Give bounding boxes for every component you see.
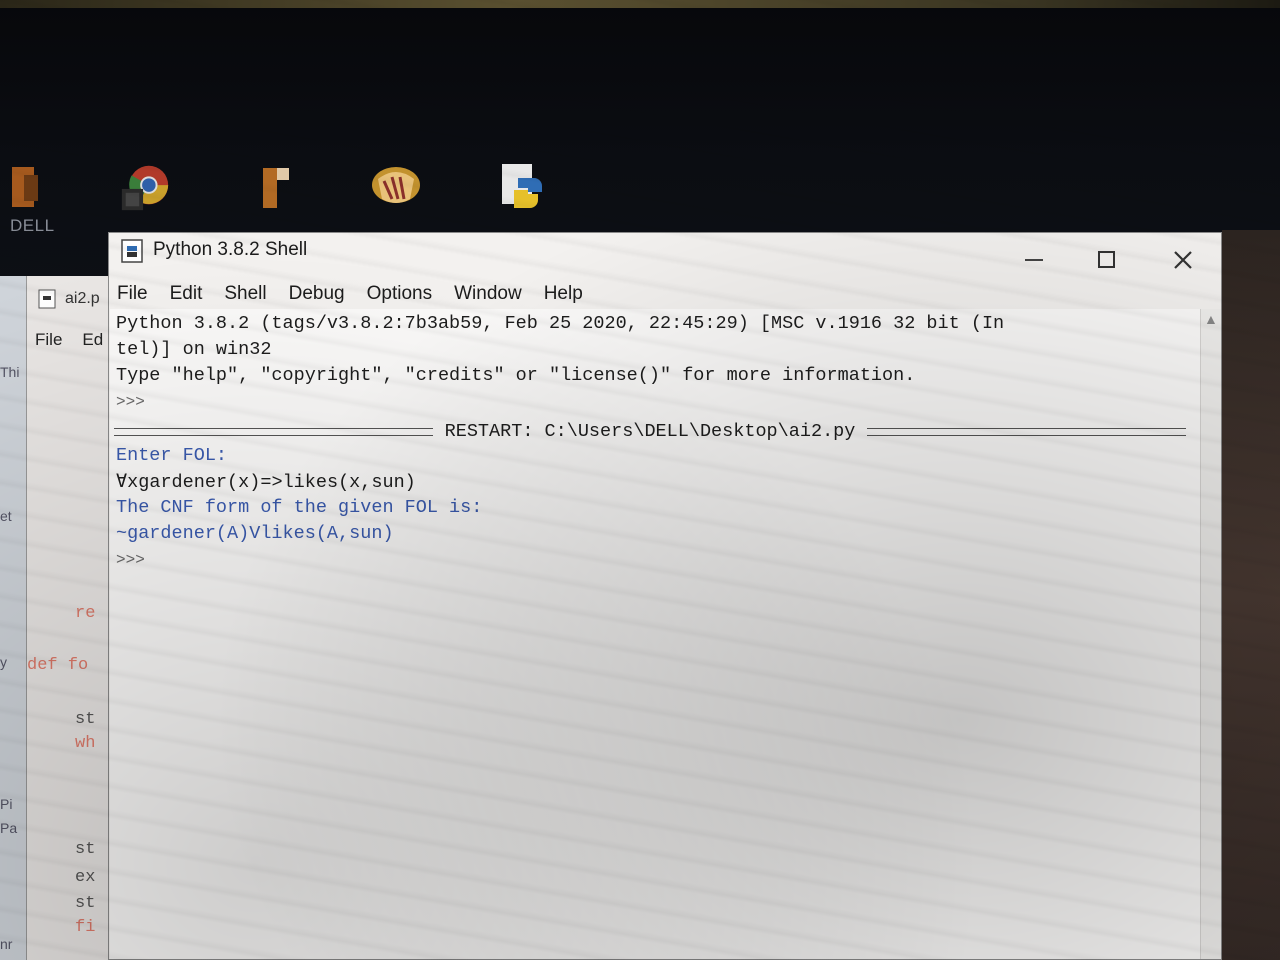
desktop-background: DELL Thi et y Pi Pa nr ai2.p File Ed re … [0,0,1280,960]
editor-title-text: ai2.p [65,290,100,307]
code-fragment: fi [75,918,96,937]
menu-help[interactable]: Help [544,283,583,305]
menu-debug[interactable]: Debug [289,283,345,305]
close-button[interactable] [1163,245,1203,275]
file-manager-shortcut-icon[interactable] [10,160,44,214]
edge-text: y [0,654,7,670]
minimize-icon [1025,259,1043,261]
output-enter-fol: Enter FOL: [116,445,228,466]
hand-app-icon[interactable] [366,160,426,214]
banner-line: Type "help", "copyright", "credits" or "… [116,365,916,386]
desktop-icon-label: DELL [10,216,55,235]
restart-separator: RESTART: C:\Users\DELL\Desktop\ai2.py [114,421,1186,442]
close-icon [1174,251,1192,269]
shell-console[interactable]: Python 3.8.2 (tags/v3.8.2:7b3ab59, Feb 2… [110,309,1200,959]
edge-text: Pa [0,820,18,836]
edge-text: Pi [0,796,13,812]
menu-bar: File Edit Shell Debug Options Window Hel… [109,279,1221,309]
menu-edit[interactable]: Edit [170,283,203,305]
menu-window[interactable]: Window [454,283,522,305]
code-fragment: def fo [27,656,89,675]
chrome-icon[interactable] [118,160,172,214]
code-fragment: ex [75,868,96,887]
scroll-up-icon[interactable]: ▲ [1204,311,1218,327]
edge-text: nr [0,936,13,952]
edge-text: Thi [0,364,20,380]
banner-line: tel)] on win32 [116,339,272,360]
editor-window-ai2[interactable]: ai2.p File Ed re def fo st wh st ex st f… [26,276,117,960]
user-input-line: ∀xgardener(x)=>likes(x,sun) [116,472,416,493]
vertical-scrollbar[interactable]: ▲ [1200,309,1221,959]
screen-bezel-strip [0,0,1280,8]
title-bar[interactable]: Python 3.8.2 Shell [109,233,1221,279]
maximize-icon [1098,251,1115,268]
code-fragment: st [75,894,96,913]
code-fragment: wh [75,734,96,753]
editor-menubar: File Ed [35,330,103,350]
separator-line [867,427,1186,436]
shell-prompt: >>> [116,393,145,411]
code-fragment: st [75,710,96,729]
python-file-icon [38,289,56,309]
python-shell-window[interactable]: Python 3.8.2 Shell File Edit Shell Debug… [108,232,1222,960]
maximize-button[interactable] [1087,245,1127,275]
code-fragment: re [75,604,96,623]
output-cnf-label: The CNF form of the given FOL is: [116,497,483,518]
editor-title: ai2.p [37,288,100,310]
shell-prompt[interactable]: >>> [116,551,145,569]
restart-text: RESTART: C:\Users\DELL\Desktop\ai2.py [444,421,856,442]
editor-menu-file[interactable]: File [35,330,62,350]
background-app-edge: Thi et y Pi Pa nr [0,276,26,960]
code-fragment: st [75,840,96,859]
menu-file[interactable]: File [117,283,148,305]
output-cnf-result: ~gardener(A)Vlikes(A,sun) [116,523,394,544]
menu-shell[interactable]: Shell [224,283,266,305]
edge-text: et [0,508,12,524]
background-wall [1222,230,1280,960]
separator-line [114,427,433,436]
idle-shell-icon [119,237,147,270]
shortcut-icon[interactable] [250,160,304,214]
window-title: Python 3.8.2 Shell [153,239,308,260]
menu-options[interactable]: Options [367,283,432,305]
python-file-icon[interactable] [496,160,550,214]
banner-line: Python 3.8.2 (tags/v3.8.2:7b3ab59, Feb 2… [116,313,1005,334]
editor-menu-edit[interactable]: Ed [82,330,103,350]
minimize-button[interactable] [1015,245,1055,275]
